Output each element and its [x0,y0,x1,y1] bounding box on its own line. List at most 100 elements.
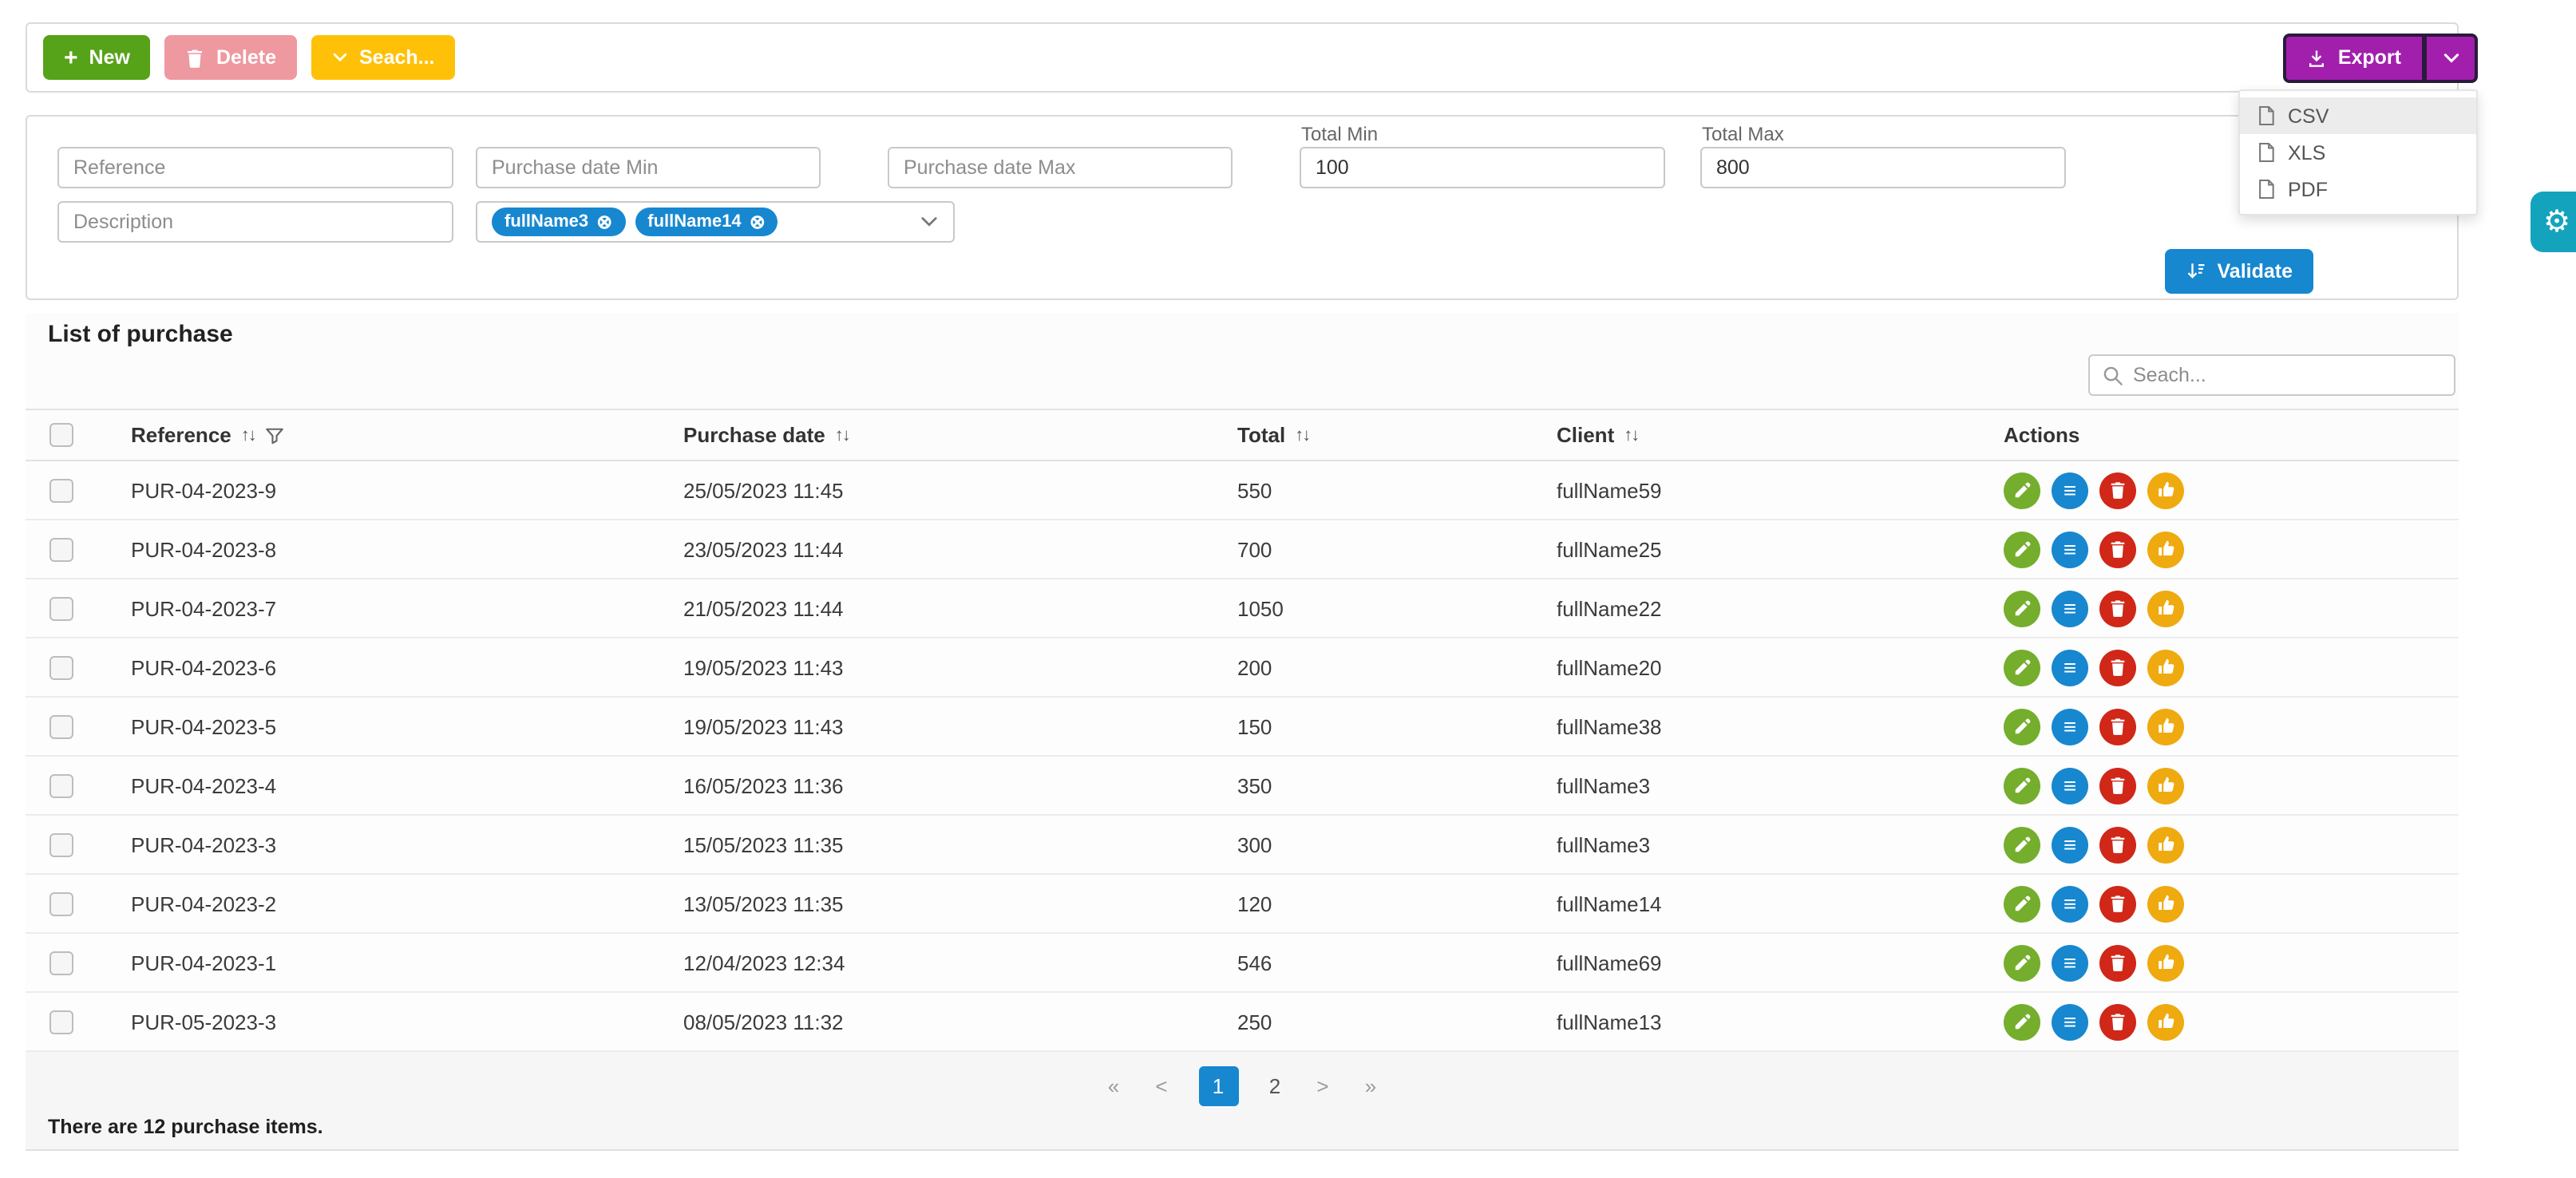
row-checkbox[interactable] [49,951,73,974]
details-button[interactable]: ≡ [2052,472,2088,508]
edit-button[interactable] [2004,472,2040,508]
delete-row-button[interactable] [2099,531,2136,567]
pagination-last[interactable]: » [1359,1074,1382,1098]
settings-tab[interactable]: ⚙ [2530,192,2576,252]
delete-row-button[interactable] [2099,590,2136,627]
table-row: PUR-04-2023-7 21/05/2023 11:44 1050 full… [26,579,2459,638]
row-checkbox[interactable] [49,773,73,797]
total-max-input[interactable] [1700,147,2066,188]
approve-button[interactable] [2147,649,2184,686]
edit-button[interactable] [2004,590,2040,627]
filter-icon[interactable] [265,425,284,445]
column-header-purchase-date[interactable]: Purchase date [683,423,825,447]
export-menu-item-label: CSV [2288,105,2329,127]
select-all-checkbox[interactable] [49,423,73,447]
pagination-page-1[interactable]: 1 [1198,1066,1238,1106]
export-menu-item-pdf[interactable]: PDF [2240,171,2476,208]
approve-button[interactable] [2147,826,2184,863]
delete-row-button[interactable] [2099,767,2136,804]
delete-row-button[interactable] [2099,472,2136,508]
column-header-reference[interactable]: Reference [131,423,231,447]
client-tag[interactable]: fullName3 ⊗ [492,208,625,236]
sort-icon[interactable]: ↑↓ [835,425,849,445]
pagination-prev[interactable]: < [1150,1074,1173,1098]
approve-button[interactable] [2147,590,2184,627]
row-checkbox[interactable] [49,655,73,679]
trash-icon [2109,717,2127,736]
details-button[interactable]: ≡ [2052,944,2088,981]
export-menu-item-csv[interactable]: CSV [2240,97,2476,134]
edit-button[interactable] [2004,531,2040,567]
details-button[interactable]: ≡ [2052,649,2088,686]
details-button[interactable]: ≡ [2052,590,2088,627]
cell-client: fullName3 [1557,773,2004,797]
edit-button[interactable] [2004,885,2040,922]
cell-total: 700 [1237,537,1557,561]
approve-button[interactable] [2147,885,2184,922]
edit-button[interactable] [2004,708,2040,745]
total-min-input[interactable] [1300,147,1665,188]
edit-button[interactable] [2004,767,2040,804]
approve-button[interactable] [2147,472,2184,508]
row-checkbox[interactable] [49,891,73,915]
row-checkbox[interactable] [49,832,73,856]
column-header-client[interactable]: Client [1557,423,1614,447]
pagination-page-2[interactable]: 2 [1264,1074,1286,1098]
client-tag[interactable]: fullName14 ⊗ [635,208,778,236]
purchase-date-max-input[interactable] [888,147,1233,188]
delete-row-button[interactable] [2099,826,2136,863]
row-checkbox[interactable] [49,1010,73,1034]
client-multiselect[interactable]: fullName3 ⊗ fullName14 ⊗ [476,201,955,243]
table-search-input[interactable] [2133,364,2441,386]
remove-tag-icon[interactable]: ⊗ [750,212,766,231]
details-button[interactable]: ≡ [2052,826,2088,863]
export-button[interactable]: Export [2284,34,2425,83]
sort-icon[interactable]: ↑↓ [1624,425,1638,445]
delete-row-button[interactable] [2099,1003,2136,1040]
delete-row-button[interactable] [2099,944,2136,981]
table-footer: « < 1 2 > » There are 12 purchase items. [26,1052,2459,1151]
row-checkbox[interactable] [49,714,73,738]
table-row: PUR-04-2023-8 23/05/2023 11:44 700 fullN… [26,520,2459,579]
row-checkbox[interactable] [49,537,73,561]
purchase-date-min-input[interactable] [476,147,821,188]
column-header-total[interactable]: Total [1237,423,1285,447]
delete-button[interactable]: Delete [165,35,297,80]
approve-button[interactable] [2147,531,2184,567]
details-button[interactable]: ≡ [2052,885,2088,922]
edit-button[interactable] [2004,649,2040,686]
sort-icon[interactable]: ↑↓ [1295,425,1309,445]
export-caret-button[interactable] [2425,34,2478,83]
cell-client: fullName20 [1557,655,2004,679]
delete-row-button[interactable] [2099,885,2136,922]
approve-button[interactable] [2147,708,2184,745]
approve-button[interactable] [2147,944,2184,981]
details-button[interactable]: ≡ [2052,531,2088,567]
edit-button[interactable] [2004,1003,2040,1040]
delete-row-button[interactable] [2099,708,2136,745]
pagination-next[interactable]: > [1312,1074,1334,1098]
details-button[interactable]: ≡ [2052,767,2088,804]
row-checkbox[interactable] [49,596,73,620]
details-button[interactable]: ≡ [2052,1003,2088,1040]
approve-button[interactable] [2147,767,2184,804]
row-checkbox[interactable] [49,478,73,502]
validate-button[interactable]: Validate [2165,249,2314,294]
thumbs-up-icon [2156,835,2175,854]
sort-icon[interactable]: ↑↓ [241,425,255,445]
delete-row-button[interactable] [2099,649,2136,686]
chevron-down-icon[interactable] [920,212,939,231]
download-icon [2308,49,2327,68]
export-menu-item-xls[interactable]: XLS [2240,134,2476,171]
pagination-first[interactable]: « [1102,1074,1125,1098]
new-button[interactable]: + New [43,35,151,80]
reference-filter-input[interactable] [57,147,453,188]
search-dropdown-button[interactable]: Seach... [311,35,456,80]
remove-tag-icon[interactable]: ⊗ [596,212,612,231]
approve-button[interactable] [2147,1003,2184,1040]
edit-button[interactable] [2004,944,2040,981]
description-filter-input[interactable] [57,201,453,243]
details-button[interactable]: ≡ [2052,708,2088,745]
pencil-icon [2013,836,2031,853]
edit-button[interactable] [2004,826,2040,863]
